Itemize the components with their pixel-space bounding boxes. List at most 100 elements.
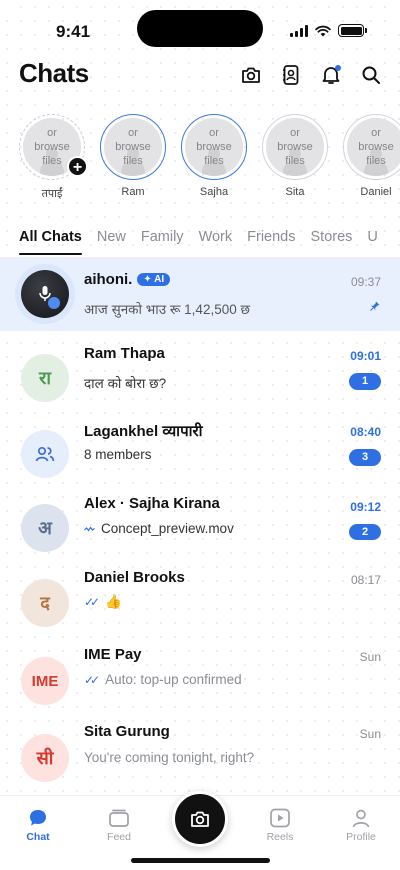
tab-all-chats[interactable]: All Chats [19,229,82,255]
wifi-icon [315,25,331,36]
read-receipt-icon: ✓✓ [84,672,100,687]
story-label: Daniel [360,186,392,198]
status-time: 9:41 [56,22,91,41]
story-ring: or browse files [100,114,166,180]
chat-preview: Concept_preview.mov [101,521,234,536]
tab-family[interactable]: Family [141,229,184,255]
dynamic-island [137,10,263,47]
unread-badge: 3 [349,449,381,466]
avatar: सी [21,734,69,782]
story-ring: or browse files [343,114,400,180]
nav-label: Profile [346,831,376,843]
tab-more[interactable]: U [367,229,377,255]
profile-icon [352,809,370,828]
tab-stores[interactable]: Stores [311,229,353,255]
nav-chat[interactable]: Chat [8,808,68,843]
camera-icon [242,67,260,83]
nav-reels[interactable]: Reels [250,808,310,843]
avatar: IME [21,657,69,705]
chat-name: Lagankhel व्यापारी [84,423,203,440]
story-sita[interactable]: or browse files Sita [262,114,328,201]
chat-name: Sita Gurung [84,723,170,740]
notification-dot [335,65,341,71]
story-label: Sajha [199,186,229,198]
chat-name: aihoni. [84,271,133,288]
story-label: तपाईं [41,188,63,200]
chat-filter-tabs: All Chats New Family Work Friends Stores… [19,229,378,255]
tab-work[interactable]: Work [199,229,233,255]
home-indicator [131,858,270,863]
chat-bubble-icon [30,810,46,826]
nav-feed[interactable]: Feed [89,808,149,843]
story-ring: or browse files [262,114,328,180]
read-receipt-icon: ✓✓ [84,595,100,609]
story-self[interactable]: or browse files + तपाईं [19,114,88,201]
chat-row-lagankhel[interactable]: Lagankhel व्यापारी 8 members 08:40 3 [0,417,400,491]
battery-icon [338,24,367,37]
group-icon [35,446,55,462]
chat-preview: आज सुनको भाउ रू 1,42,500 छ [84,302,250,317]
story-ram[interactable]: or browse files Ram [100,114,166,201]
chat-name: Alex · Sajha Kirana [84,495,220,512]
chat-row-aihoni[interactable]: aihoni. ✦ AI आज सुनको भाउ रू 1,42,500 छ … [0,258,400,331]
waveform-icon [84,525,95,532]
unread-badge: 1 [349,373,381,390]
nav-label: Feed [107,831,131,843]
nav-label: Chat [26,831,50,843]
chat-name: Ram Thapa [84,345,165,362]
chat-row-alex[interactable]: अ Alex · Sajha Kirana Concept_preview.mo… [0,491,400,565]
story-placeholder: or browse files [104,118,162,176]
chat-name: Daniel Brooks [84,569,185,586]
chat-row-daniel-brooks[interactable]: द Daniel Brooks ✓✓ 👍 08:17 [0,565,400,639]
chat-time: 08:17 [350,573,381,587]
story-ring: or browse files [181,114,247,180]
chat-row-sita-gurung[interactable]: सी Sita Gurung You're coming tonight, ri… [0,717,400,791]
search-icon [362,66,380,84]
status-dot [48,297,60,309]
chat-preview: 👍 [105,594,122,609]
story-sajha[interactable]: or browse files Sajha [181,114,247,201]
avatar: अ [21,504,69,552]
chat-time: Sun [359,727,381,741]
status-icons [290,24,367,37]
tab-friends[interactable]: Friends [247,229,295,255]
chat-name: IME Pay [84,646,142,663]
add-story-button[interactable]: + [67,156,88,177]
story-daniel[interactable]: or browse files Daniel [343,114,400,201]
search-button[interactable] [360,63,382,87]
chat-preview: दाल को बोरा छ? [84,376,167,391]
chats-screen: 9:41 Chats or browse files + तपाईं or br… [0,0,400,870]
avatar: रा [21,354,69,402]
chat-time: Sun [359,650,381,664]
chat-preview: You're coming tonight, right? [84,750,255,765]
story-label: Ram [121,186,145,198]
signal-icon [290,24,308,37]
chat-preview: 8 members [84,447,152,462]
camera-fab-button[interactable] [172,791,228,847]
header-actions [240,63,382,87]
story-ring: or browse files + [19,114,88,180]
contacts-button[interactable] [280,63,302,87]
unread-badge: 2 [349,524,381,540]
avatar: द [21,579,69,627]
chat-time: 09:01 [350,349,381,363]
ai-badge: ✦ AI [137,273,171,286]
camera-icon [191,811,209,827]
chat-time: 08:40 [350,425,381,439]
nav-profile[interactable]: Profile [331,808,391,843]
avatar [21,430,69,478]
chat-list: aihoni. ✦ AI आज सुनको भाउ रू 1,42,500 छ … [0,258,400,791]
reels-icon [270,808,290,828]
tab-new[interactable]: New [97,229,126,255]
camera-button[interactable] [240,63,262,87]
story-placeholder: or browse files [347,118,400,176]
feed-icon [109,809,129,827]
notifications-button[interactable] [320,63,342,87]
story-placeholder: or browse files [185,118,243,176]
status-bar: 9:41 [0,0,400,56]
stories-row: or browse files + तपाईं or browse files … [19,114,400,201]
chat-time: 09:12 [350,500,381,514]
page-title: Chats [19,58,89,88]
chat-row-ram-thapa[interactable]: रा Ram Thapa दाल को बोरा छ? 09:01 1 [0,343,400,417]
chat-row-ime-pay[interactable]: IME IME Pay ✓✓ Auto: top-up confirmed Su… [0,641,400,715]
